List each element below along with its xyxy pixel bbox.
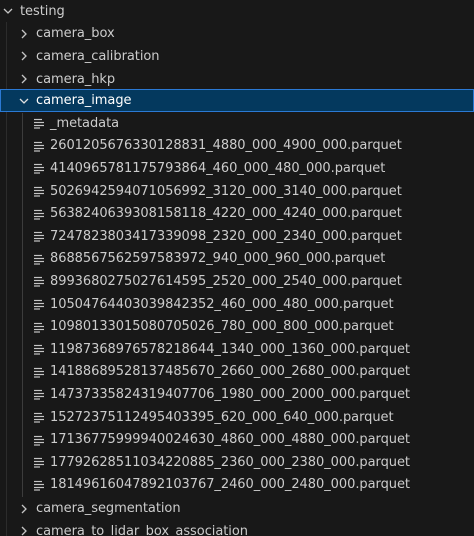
folder-label: camera_image — [36, 93, 132, 109]
file-lines-icon — [32, 229, 46, 243]
file-lines-icon — [32, 410, 46, 424]
file-item[interactable]: 5638240639308158118_4220_000_4240_000.pa… — [0, 202, 474, 225]
folder-camera-hkp[interactable]: camera_hkp — [0, 68, 474, 91]
chevron-down-icon — [16, 93, 32, 109]
chevron-right-icon — [16, 501, 32, 517]
folder-label: camera_calibration — [36, 48, 160, 64]
file-item[interactable]: 8993680275027614595_2520_000_2540_000.pa… — [0, 270, 474, 293]
file-item[interactable]: 10980133015080705026_780_000_800_000.par… — [0, 315, 474, 338]
file-lines-icon — [32, 252, 46, 266]
file-item[interactable]: 7247823803417339098_2320_000_2340_000.pa… — [0, 225, 474, 248]
file-label: 8993680275027614595_2520_000_2540_000.pa… — [50, 273, 402, 289]
file-lines-icon — [32, 274, 46, 288]
file-label: _metadata — [50, 115, 120, 131]
file-lines-icon — [32, 184, 46, 198]
folder-label: camera_hkp — [36, 71, 116, 87]
chevron-right-icon — [16, 26, 32, 42]
folder-camera-to-lidar-box-association[interactable]: camera_to_lidar_box_association — [0, 520, 474, 536]
file-label: 5026942594071056992_3120_000_3140_000.pa… — [50, 183, 402, 199]
file-item[interactable]: _metadata — [0, 112, 474, 135]
file-label: 14188689528137485670_2660_000_2680_000.p… — [50, 364, 410, 380]
file-item[interactable]: 15272375112495403395_620_000_640_000.par… — [0, 406, 474, 429]
file-label: 17792628511034220885_2360_000_2380_000.p… — [50, 454, 410, 470]
folder-label: camera_segmentation — [36, 501, 181, 517]
file-lines-icon — [32, 433, 46, 447]
file-lines-icon — [32, 478, 46, 492]
chevron-right-icon — [16, 71, 32, 87]
folder-camera-calibration[interactable]: camera_calibration — [0, 45, 474, 68]
file-item[interactable]: 14737335824319407706_1980_000_2000_000.p… — [0, 383, 474, 406]
folder-label: camera_to_lidar_box_association — [36, 523, 248, 536]
file-explorer-tree: testing camera_box camera_calibration ca… — [0, 0, 474, 536]
file-label: 14737335824319407706_1980_000_2000_000.p… — [50, 386, 410, 402]
file-lines-icon — [32, 207, 46, 221]
file-lines-icon — [32, 320, 46, 334]
file-lines-icon — [32, 342, 46, 356]
file-label: 2601205676330128831_4880_000_4900_000.pa… — [50, 138, 402, 154]
folder-camera-segmentation[interactable]: camera_segmentation — [0, 498, 474, 521]
file-lines-icon — [32, 455, 46, 469]
file-item[interactable]: 17792628511034220885_2360_000_2380_000.p… — [0, 451, 474, 474]
chevron-down-icon — [0, 3, 16, 19]
file-item[interactable]: 8688567562597583972_940_000_960_000.parq… — [0, 248, 474, 271]
folder-label: camera_box — [36, 26, 115, 42]
file-label: 17136775999940024630_4860_000_4880_000.p… — [50, 432, 410, 448]
file-label: 18149616047892103767_2460_000_2480_000.p… — [50, 477, 410, 493]
file-lines-icon — [32, 297, 46, 311]
file-lines-icon — [32, 116, 46, 130]
file-item[interactable]: 10504764403039842352_460_000_480_000.par… — [0, 293, 474, 316]
file-item[interactable]: 17136775999940024630_4860_000_4880_000.p… — [0, 428, 474, 451]
file-label: 7247823803417339098_2320_000_2340_000.pa… — [50, 228, 402, 244]
file-item[interactable]: 14188689528137485670_2660_000_2680_000.p… — [0, 361, 474, 384]
file-label: 15272375112495403395_620_000_640_000.par… — [50, 409, 394, 425]
folder-label: testing — [20, 3, 65, 19]
folder-camera-image[interactable]: camera_image — [0, 89, 474, 112]
folder-testing[interactable]: testing — [0, 0, 474, 23]
chevron-right-icon — [16, 48, 32, 64]
chevron-right-icon — [16, 523, 32, 536]
file-item[interactable]: 4140965781175793864_460_000_480_000.parq… — [0, 157, 474, 180]
file-label: 8688567562597583972_940_000_960_000.parq… — [50, 251, 386, 267]
file-label: 5638240639308158118_4220_000_4240_000.pa… — [50, 206, 402, 222]
file-label: 10504764403039842352_460_000_480_000.par… — [50, 296, 394, 312]
file-lines-icon — [32, 161, 46, 175]
folder-camera-box[interactable]: camera_box — [0, 23, 474, 46]
file-item[interactable]: 11987368976578218644_1340_000_1360_000.p… — [0, 338, 474, 361]
file-label: 10980133015080705026_780_000_800_000.par… — [50, 319, 394, 335]
file-item[interactable]: 18149616047892103767_2460_000_2480_000.p… — [0, 474, 474, 497]
file-lines-icon — [32, 139, 46, 153]
file-lines-icon — [32, 387, 46, 401]
file-item[interactable]: 2601205676330128831_4880_000_4900_000.pa… — [0, 135, 474, 158]
file-label: 11987368976578218644_1340_000_1360_000.p… — [50, 341, 410, 357]
file-item[interactable]: 5026942594071056992_3120_000_3140_000.pa… — [0, 180, 474, 203]
file-label: 4140965781175793864_460_000_480_000.parq… — [50, 160, 386, 176]
file-lines-icon — [32, 365, 46, 379]
